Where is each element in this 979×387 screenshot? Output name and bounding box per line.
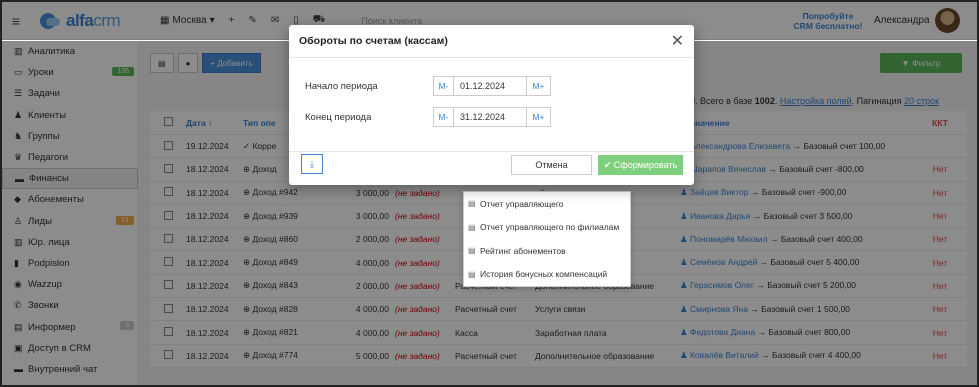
modal-title: Обороты по счетам (кассам) [289,25,694,58]
end-period-label: Конец периода [305,111,372,123]
end-date-picker: M- 31.12.2024 M+ [433,107,551,127]
dropdown-item[interactable]: ▤ Отчет управляющего по филиалам [464,216,630,240]
report-icon: ▤ [468,246,476,256]
period-modal: Обороты по счетам (кассам) ✕ Начало пери… [289,25,694,185]
start-date-picker: M- 01.12.2024 M+ [433,76,551,96]
end-date-input[interactable]: 31.12.2024 [454,108,526,126]
generate-button[interactable]: ✔ Сформировать [598,155,683,175]
modal-footer-divider [289,151,694,152]
end-period-row: Конец периода M- 31.12.2024 M+ [305,106,551,128]
dropdown-item[interactable]: ▤ История бонусных компенсаций [464,263,630,287]
close-icon[interactable]: ✕ [671,31,684,51]
start-period-label: Начало периода [305,80,378,92]
start-period-row: Начало периода M- 01.12.2024 M+ [305,75,551,97]
app-window: ≡ alfacrm ▦ Москва ▾ + ✎ ✉ ▯ ⛟ Поиск кли… [0,0,979,387]
start-month-minus-button[interactable]: M- [434,77,454,95]
modal-backdrop-side [2,41,140,385]
download-icon[interactable]: ⤓ [301,154,323,174]
start-month-plus-button[interactable]: M+ [526,77,550,95]
report-icon: ▤ [468,222,476,232]
dropdown-item[interactable]: ▤ Рейтинг абонементов [464,239,630,263]
dropdown-item[interactable]: ▤ Отчет управляющего [464,192,630,216]
report-icon: ▤ [468,269,476,279]
report-icon: ▤ [468,199,476,209]
start-date-input[interactable]: 01.12.2024 [454,77,526,95]
end-month-plus-button[interactable]: M+ [526,108,550,126]
reports-dropdown: ▤ Отчет управляющего ▤ Отчет управляющего п… [463,191,631,287]
cancel-button[interactable]: Отмена [511,155,592,175]
end-month-minus-button[interactable]: M- [434,108,454,126]
